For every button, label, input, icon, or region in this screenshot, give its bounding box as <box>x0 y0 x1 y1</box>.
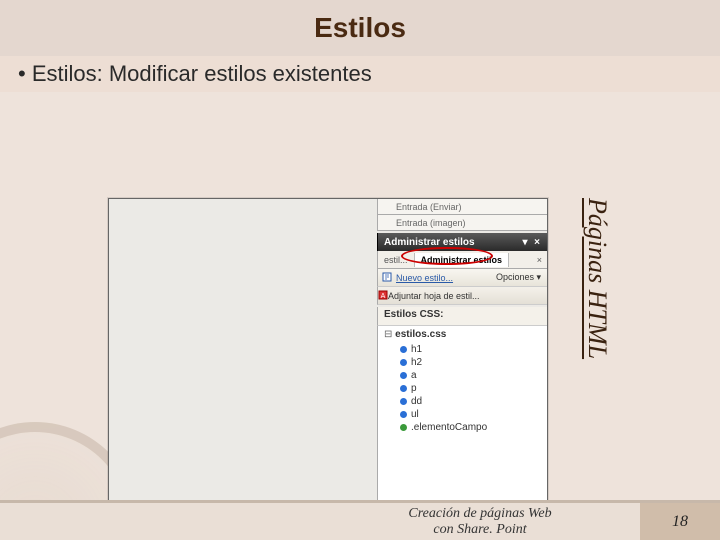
title-band: Estilos <box>0 0 720 56</box>
options-link[interactable]: Opciones ▾ <box>496 272 541 283</box>
tab-administrar-estilos[interactable]: Administrar estilos <box>415 253 510 267</box>
panel-toolbar-2: A Adjuntar hoja de estil... <box>377 287 547 305</box>
header-row-1: Entrada (Enviar) <box>377 199 547 215</box>
panel-title: Administrar estilos <box>384 237 475 248</box>
footer-center: Creación de páginas Web con Share. Point <box>0 506 640 537</box>
selector-dot-icon <box>400 346 407 353</box>
selector-dot-icon <box>400 385 407 392</box>
css-rule-list: h1 h2 a p dd ul .elementoCampo <box>378 343 547 434</box>
svg-text:A: A <box>381 293 386 300</box>
selector-dot-icon <box>400 398 407 405</box>
screenshot: Entrada (Enviar) Entrada (imagen) Admini… <box>108 198 548 540</box>
footer-page-number: 18 <box>640 503 720 540</box>
new-style-link[interactable]: Nuevo estilo... <box>396 273 453 283</box>
slide-title: Estilos <box>314 12 406 44</box>
css-section-label: Estilos CSS: <box>377 307 547 325</box>
panel-titlebar: Administrar estilos ▾ × <box>377 233 547 251</box>
css-rule-item[interactable]: .elementoCampo <box>400 421 547 434</box>
css-rule-item[interactable]: h2 <box>400 356 547 369</box>
slide: Estilos Estilos: Modificar estilos exist… <box>0 0 720 540</box>
content-area: VALÈNCIA Entrada (Enviar) Entrada (image… <box>0 92 720 500</box>
css-rule-item[interactable]: p <box>400 382 547 395</box>
selector-dot-icon <box>400 372 407 379</box>
css-file-root[interactable]: estilos.css <box>378 326 547 343</box>
css-rule-item[interactable]: a <box>400 369 547 382</box>
panel-close-icon[interactable]: × <box>531 237 543 248</box>
tab-estilos[interactable]: estil... <box>378 253 415 267</box>
css-rule-item[interactable]: ul <box>400 408 547 421</box>
bullet-area: Estilos: Modificar estilos existentes <box>0 56 720 92</box>
css-tree: estilos.css h1 h2 a p dd ul .elementoCam… <box>377 325 547 517</box>
footer-line-2: con Share. Point <box>320 522 640 537</box>
header-row-2-label: Entrada (imagen) <box>396 218 466 228</box>
bullet-text: Estilos: Modificar estilos existentes <box>18 61 372 87</box>
panel-tabs: estil... Administrar estilos × <box>377 251 547 269</box>
screenshot-canvas <box>109 199 379 540</box>
tab-close-icon[interactable]: × <box>532 255 547 265</box>
side-label: Páginas HTML <box>582 198 612 359</box>
header-row-1-label: Entrada (Enviar) <box>396 202 462 212</box>
class-dot-icon <box>400 424 407 431</box>
panel-dropdown-icon[interactable]: ▾ <box>519 237 531 248</box>
panel-toolbar: Nuevo estilo... Opciones ▾ <box>377 269 547 287</box>
attach-stylesheet-link[interactable]: Adjuntar hoja de estil... <box>388 291 480 301</box>
css-rule-item[interactable]: dd <box>400 395 547 408</box>
selector-dot-icon <box>400 359 407 366</box>
footer: Creación de páginas Web con Share. Point… <box>0 500 720 540</box>
selector-dot-icon <box>400 411 407 418</box>
footer-line-1: Creación de páginas Web <box>320 506 640 521</box>
new-style-icon <box>382 272 392 284</box>
css-rule-item[interactable]: h1 <box>400 343 547 356</box>
header-row-2: Entrada (imagen) <box>377 215 547 231</box>
attach-stylesheet-icon: A <box>378 290 388 302</box>
